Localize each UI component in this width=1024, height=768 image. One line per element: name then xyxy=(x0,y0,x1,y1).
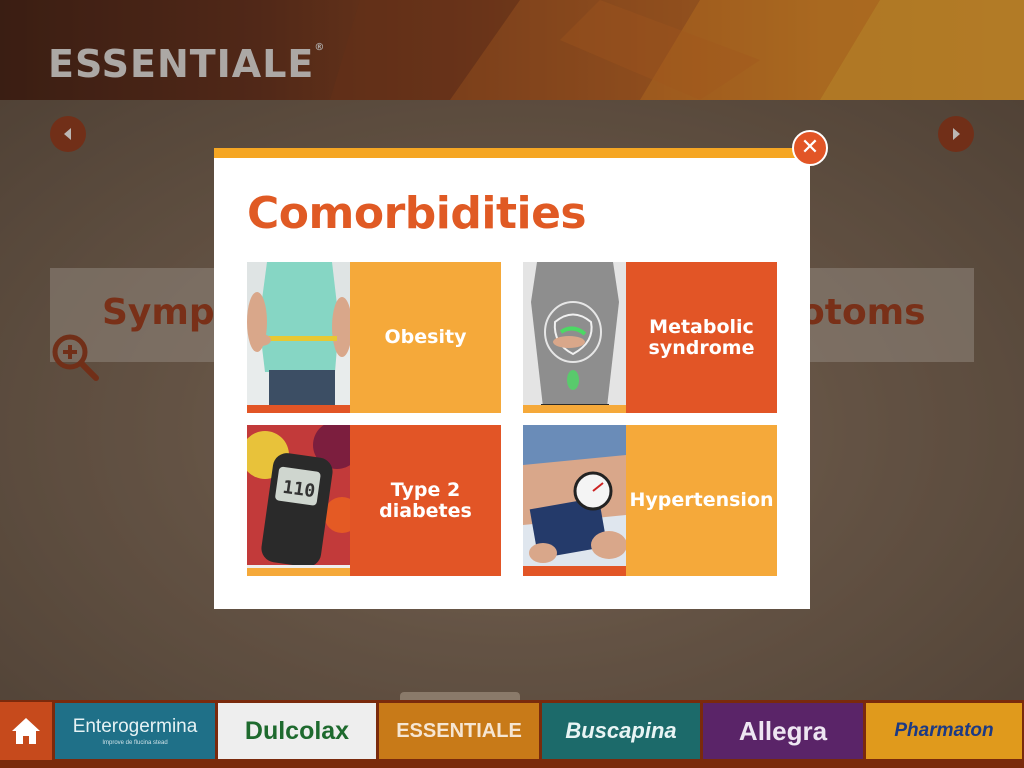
modal-title: Comorbidities xyxy=(247,188,587,239)
metabolic-syndrome-accent-strip xyxy=(523,405,626,413)
product-essentiale[interactable]: ESSENTIALE xyxy=(379,703,539,759)
product-pharmaton[interactable]: Pharmaton xyxy=(866,703,1022,759)
hypertension-label-text: Hypertension xyxy=(629,489,774,512)
product-enterogermina[interactable]: Enterogermina Improve de flucina stead xyxy=(55,703,215,759)
hypertension-accent-strip xyxy=(523,568,626,576)
product-allegra-name: Allegra xyxy=(738,715,828,746)
tile-hypertension[interactable]: Hypertension xyxy=(523,425,777,576)
obesity-label: Obesity xyxy=(350,262,501,413)
type-2-diabetes-label-line2: diabetes xyxy=(379,499,472,522)
product-buscapina-name: Buscapina xyxy=(565,718,677,743)
metabolic-syndrome-photo xyxy=(523,262,626,413)
close-icon: ✕ xyxy=(800,135,820,160)
metabolic-syndrome-label: Metabolic syndrome xyxy=(626,262,777,413)
type-2-diabetes-accent-strip xyxy=(247,568,350,576)
obesity-label-text: Obesity xyxy=(384,326,467,349)
product-buscapina[interactable]: Buscapina xyxy=(542,703,700,759)
product-bar-handle[interactable] xyxy=(400,692,520,700)
product-allegra[interactable]: Allegra xyxy=(703,703,863,759)
type-2-diabetes-label-text: Type 2 diabetes xyxy=(379,478,472,522)
metabolic-syndrome-label-line2: syndrome xyxy=(648,336,755,359)
type-2-diabetes-photo: 110 xyxy=(247,425,350,576)
metabolic-syndrome-label-line1: Metabolic xyxy=(649,315,754,338)
obesity-photo xyxy=(247,262,350,413)
close-modal-button[interactable]: ✕ xyxy=(792,130,828,166)
type-2-diabetes-label: Type 2 diabetes xyxy=(350,425,501,576)
home-icon xyxy=(12,718,40,744)
hypertension-label: Hypertension xyxy=(626,425,777,576)
svg-text:110: 110 xyxy=(281,477,316,502)
product-enterogermina-tagline: Improve de flucina stead xyxy=(102,740,168,746)
type-2-diabetes-label-line1: Type 2 xyxy=(390,478,461,501)
obesity-accent-strip xyxy=(247,405,350,413)
hypertension-photo xyxy=(523,425,626,576)
tile-obesity[interactable]: Obesity xyxy=(247,262,501,413)
tile-metabolic-syndrome[interactable]: Metabolic syndrome xyxy=(523,262,777,413)
product-essentiale-name: ESSENTIALE xyxy=(396,719,522,742)
product-pharmaton-name: Pharmaton xyxy=(894,720,994,741)
tile-type-2-diabetes[interactable]: 110 Type 2 diabetes xyxy=(247,425,501,576)
home-button[interactable] xyxy=(0,702,52,760)
product-enterogermina-name: Enterogermina xyxy=(72,716,198,737)
product-bar: Enterogermina Improve de flucina stead D… xyxy=(0,700,1024,768)
metabolic-syndrome-label-text: Metabolic syndrome xyxy=(648,315,755,359)
product-dulcolax-name: Dulcolax xyxy=(244,716,350,745)
product-dulcolax[interactable]: Dulcolax xyxy=(218,703,376,759)
